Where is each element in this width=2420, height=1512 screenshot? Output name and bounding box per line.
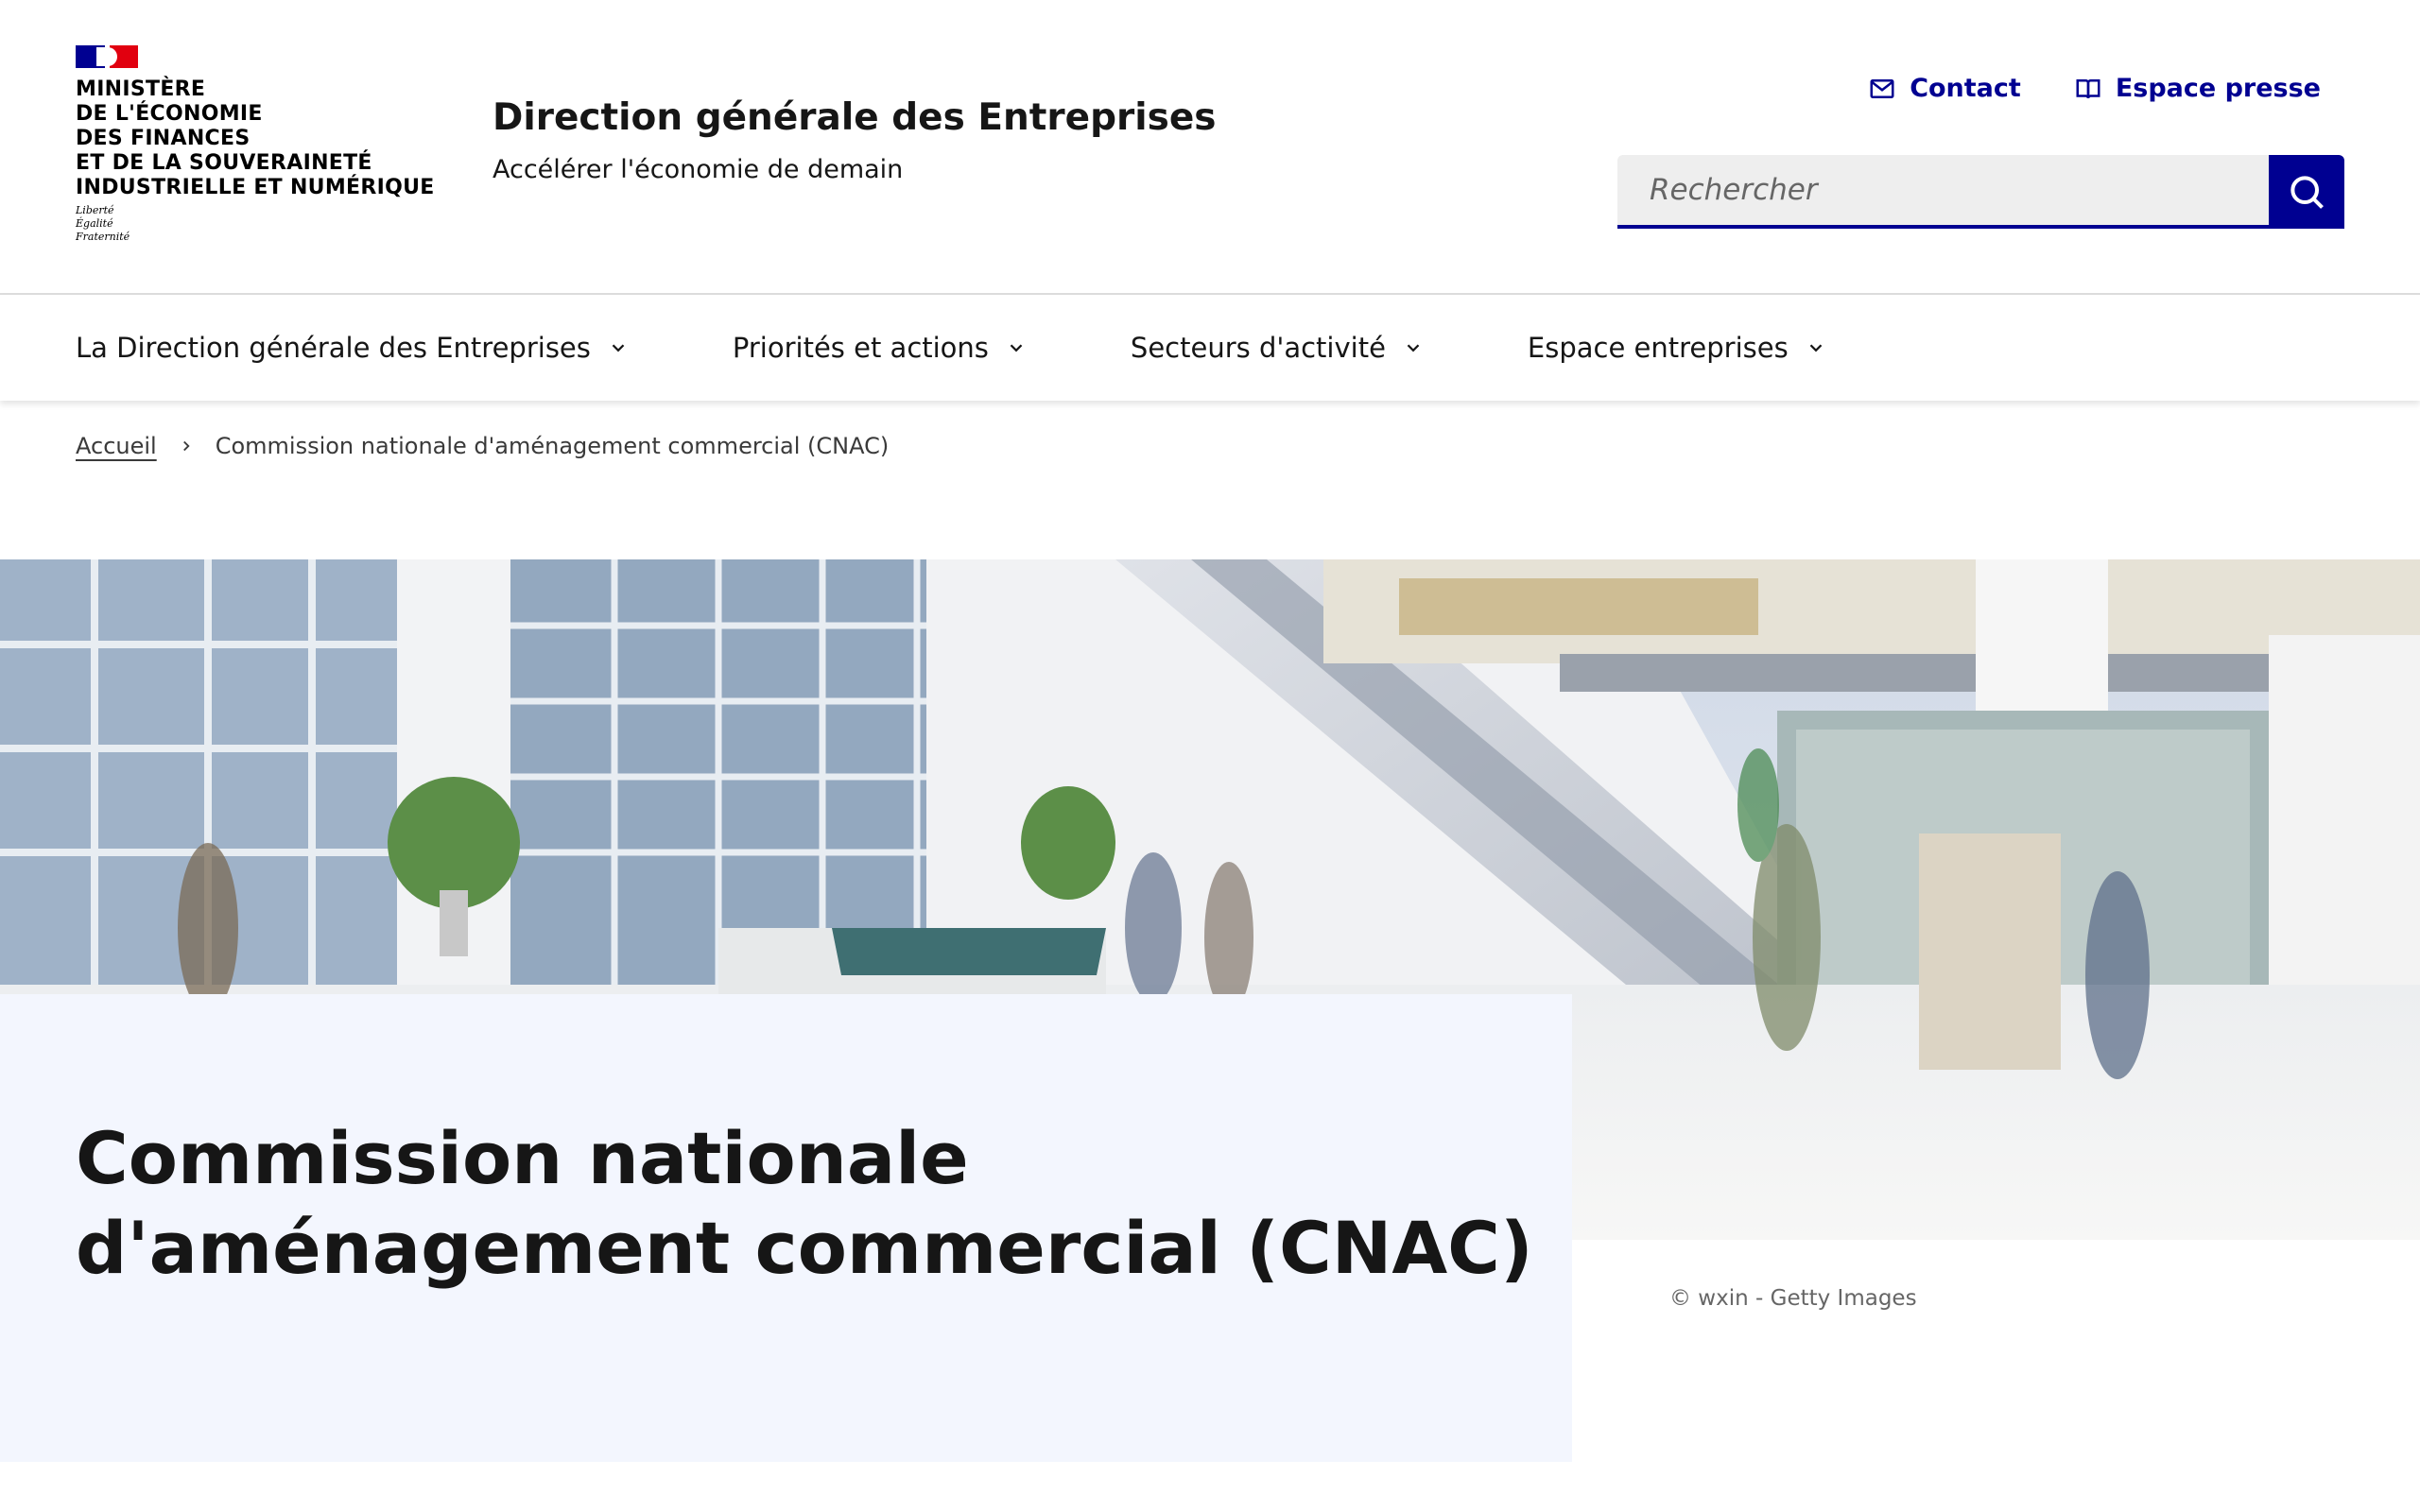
chevron-down-icon xyxy=(1010,344,1023,352)
site-header: MINISTÈRE DE L'ÉCONOMIE DES FINANCES ET … xyxy=(0,0,2420,295)
nav-item-dge[interactable]: La Direction générale des Entreprises xyxy=(76,332,629,364)
ministry-line: DES FINANCES xyxy=(76,127,251,150)
breadcrumb-current: Commission nationale d'aménagement comme… xyxy=(215,433,890,459)
chevron-down-icon xyxy=(612,344,625,352)
contact-link[interactable]: Contact xyxy=(1868,74,2021,103)
nav-item-secteurs[interactable]: Secteurs d'activité xyxy=(1131,332,1424,364)
search-bar xyxy=(1617,155,2344,229)
motto-line: Fraternité xyxy=(76,231,130,243)
header-tools: Contact Espace presse xyxy=(1868,74,2321,103)
chevron-down-icon xyxy=(1407,344,1420,352)
contact-label: Contact xyxy=(1910,74,2021,103)
ministry-name: MINISTÈRE DE L'ÉCONOMIE DES FINANCES ET … xyxy=(76,77,473,200)
ministry-line: ET DE LA SOUVERAINETÉ xyxy=(76,151,372,175)
main-navigation: La Direction générale des Entreprises Pr… xyxy=(0,295,2420,401)
image-credit: © wxin - Getty Images xyxy=(1669,1286,1917,1311)
breadcrumb-home-link[interactable]: Accueil xyxy=(76,433,157,459)
chevron-right-icon xyxy=(182,440,190,452)
search-input[interactable] xyxy=(1648,172,2256,208)
book-icon xyxy=(2076,78,2100,98)
motto-line: Liberté xyxy=(76,204,114,216)
marianne-flag-icon xyxy=(76,45,138,68)
nav-item-espace-entreprises[interactable]: Espace entreprises xyxy=(1528,332,1826,364)
chevron-down-icon xyxy=(1809,344,1823,352)
press-label: Espace presse xyxy=(2115,74,2321,103)
nav-item-priorites[interactable]: Priorités et actions xyxy=(733,332,1027,364)
search-icon xyxy=(2290,176,2324,209)
motto-line: Égalité xyxy=(76,217,113,230)
nav-item-label: Priorités et actions xyxy=(732,332,989,364)
nav-item-label: Secteurs d'activité xyxy=(1130,332,1386,364)
page-title: Commission nationale d'aménagement comme… xyxy=(76,1116,1533,1290)
search-field[interactable] xyxy=(1617,155,2269,229)
ministry-line: DE L'ÉCONOMIE xyxy=(76,102,263,126)
breadcrumb: Accueil Commission nationale d'aménageme… xyxy=(76,433,889,459)
nav-item-label: La Direction générale des Entreprises xyxy=(76,332,591,364)
mail-icon xyxy=(1870,78,1894,98)
service-title[interactable]: Direction générale des Entreprises xyxy=(493,96,1217,139)
nav-item-label: Espace entreprises xyxy=(1527,332,1789,364)
ministry-line: INDUSTRIELLE ET NUMÉRIQUE xyxy=(76,176,435,199)
service-tagline: Accélérer l'économie de demain xyxy=(493,155,904,184)
ministry-line: MINISTÈRE xyxy=(76,77,206,101)
search-button[interactable] xyxy=(2269,155,2344,229)
press-link[interactable]: Espace presse xyxy=(2074,74,2321,103)
republic-motto: Liberté Égalité Fraternité xyxy=(76,204,130,244)
